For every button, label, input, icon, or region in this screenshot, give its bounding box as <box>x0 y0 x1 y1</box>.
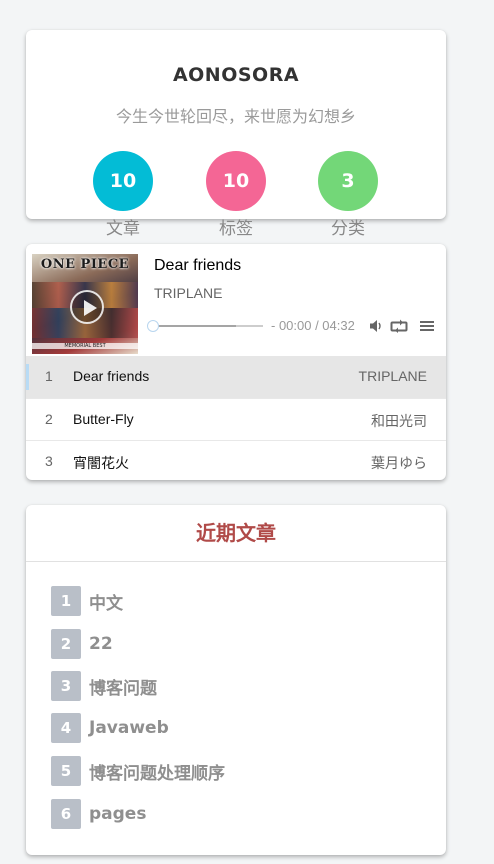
post-title-link[interactable]: 22 <box>89 634 113 654</box>
post-title-link[interactable]: 博客问题处理顺序 <box>89 759 225 784</box>
loop-icon[interactable] <box>390 319 408 333</box>
track-title: 宵闇花火 <box>73 455 129 471</box>
tags-label[interactable]: 标签 <box>206 214 266 239</box>
progress-thumb[interactable] <box>147 320 159 332</box>
track-number: 1 <box>45 368 53 384</box>
playlist-item[interactable]: 1 Dear friends TRIPLANE <box>26 356 446 398</box>
song-title: Dear friends <box>154 257 242 274</box>
volume-icon[interactable] <box>369 319 383 333</box>
stat-categories[interactable]: 3 分类 <box>318 151 378 239</box>
playlist: 1 Dear friends TRIPLANE 2 Butter-Fly 和田光… <box>26 356 446 480</box>
categories-count[interactable]: 3 <box>318 151 378 211</box>
categories-label[interactable]: 分类 <box>318 214 378 239</box>
track-number: 3 <box>45 453 53 469</box>
time-display: - 00:00 / 04:32 <box>271 318 355 333</box>
progress-bar[interactable] <box>153 325 263 327</box>
track-artist: 和田光司 <box>371 413 427 429</box>
articles-label[interactable]: 文章 <box>93 214 153 239</box>
recent-post-item[interactable]: 1 中文 <box>51 586 123 616</box>
articles-count[interactable]: 10 <box>93 151 153 211</box>
tags-count[interactable]: 10 <box>206 151 266 211</box>
track-artist: TRIPLANE <box>358 368 427 384</box>
track-title: Butter-Fly <box>73 411 134 427</box>
stat-articles[interactable]: 10 文章 <box>93 151 153 239</box>
profile-card: AONOSORA 今生今世轮回尽，来世愿为幻想乡 10 文章 10 标签 3 分… <box>26 30 446 239</box>
album-caption: MEMORIAL BEST <box>32 343 138 349</box>
post-rank-badge: 4 <box>51 713 81 743</box>
recent-posts-card: 近期文章 1 中文 2 22 3 博客问题 4 Javaweb 5 博客问题处理… <box>26 505 446 855</box>
song-artist: TRIPLANE <box>154 285 223 301</box>
post-title-link[interactable]: Javaweb <box>89 718 169 738</box>
menu-icon[interactable] <box>420 319 434 333</box>
post-rank-badge: 2 <box>51 629 81 659</box>
post-title-link[interactable]: 博客问题 <box>89 674 157 699</box>
playlist-item[interactable]: 3 宵闇花火 葉月ゆら <box>26 440 446 480</box>
recent-posts-heading: 近期文章 <box>26 505 446 562</box>
progress-loaded <box>153 325 236 327</box>
recent-post-item[interactable]: 5 博客问题处理顺序 <box>51 756 225 786</box>
track-number: 2 <box>45 411 53 427</box>
post-rank-badge: 6 <box>51 799 81 829</box>
post-rank-badge: 3 <box>51 671 81 701</box>
post-rank-badge: 1 <box>51 586 81 616</box>
post-title-link[interactable]: 中文 <box>89 589 123 614</box>
music-player: ONE PIECE MEMORIAL BEST Dear friends TRI… <box>26 244 446 480</box>
site-title[interactable]: AONOSORA <box>26 64 446 86</box>
album-logo: ONE PIECE <box>40 257 130 272</box>
album-cover[interactable]: ONE PIECE MEMORIAL BEST <box>32 254 138 354</box>
stat-tags[interactable]: 10 标签 <box>206 151 266 239</box>
track-title: Dear friends <box>73 368 150 384</box>
track-artist: 葉月ゆら <box>371 455 427 471</box>
recent-post-item[interactable]: 4 Javaweb <box>51 713 169 743</box>
playlist-item[interactable]: 2 Butter-Fly 和田光司 <box>26 398 446 440</box>
recent-post-item[interactable]: 2 22 <box>51 629 113 659</box>
play-icon[interactable] <box>70 290 104 324</box>
recent-post-item[interactable]: 3 博客问题 <box>51 671 157 701</box>
recent-post-item[interactable]: 6 pages <box>51 799 146 829</box>
site-subtitle: 今生今世轮回尽，来世愿为幻想乡 <box>115 107 356 126</box>
post-rank-badge: 5 <box>51 756 81 786</box>
post-title-link[interactable]: pages <box>89 804 146 824</box>
